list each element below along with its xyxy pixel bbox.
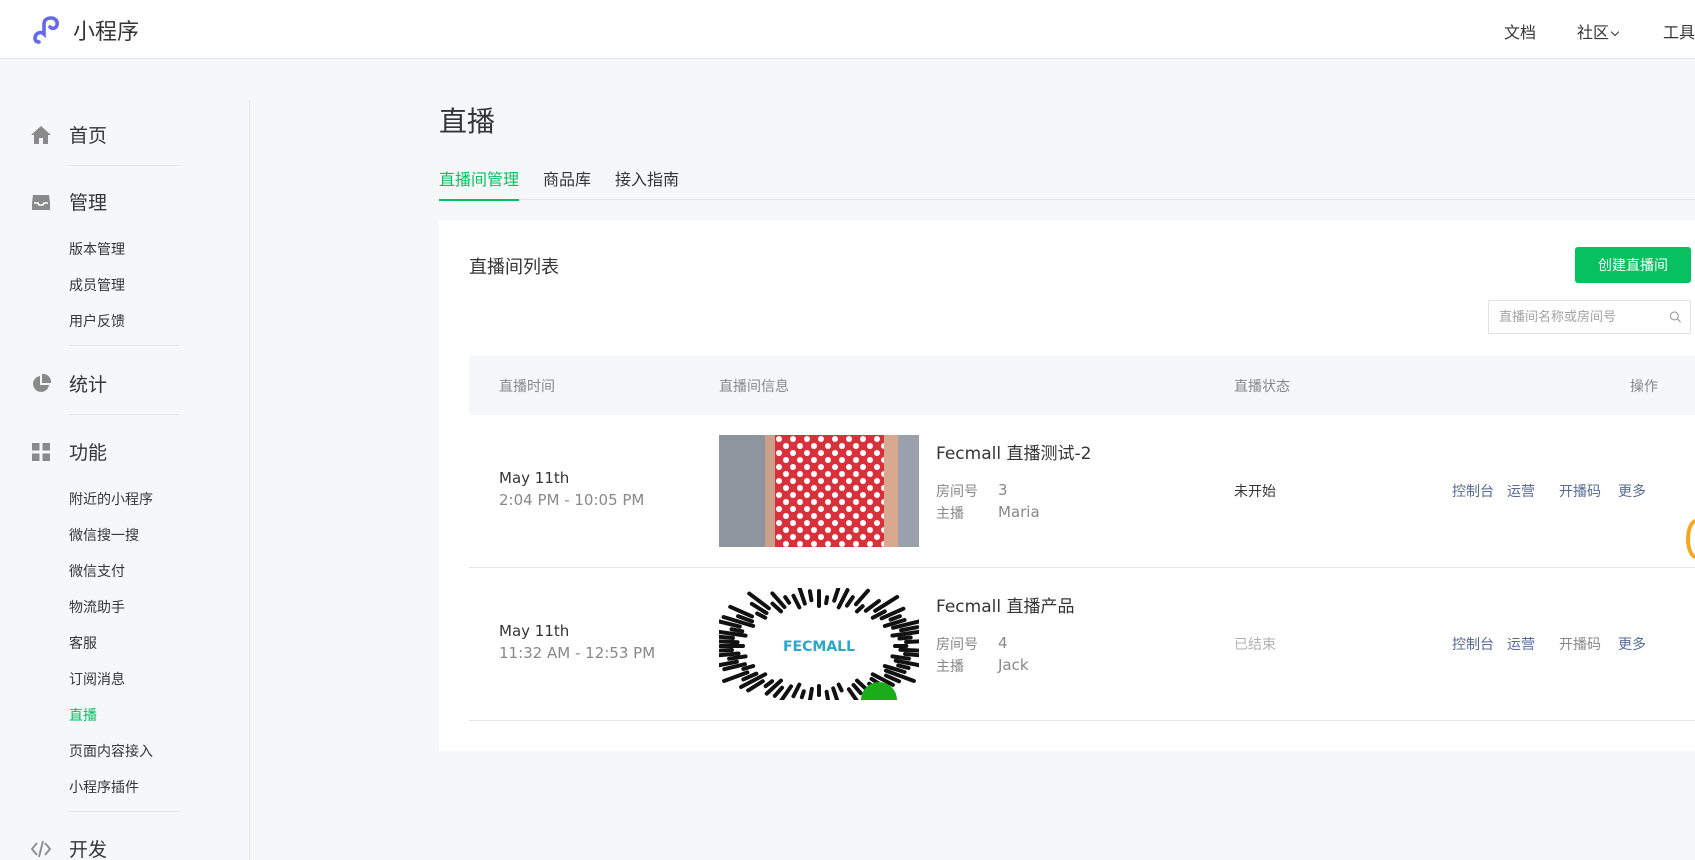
sidebar-group-features[interactable]: 功能 [30, 438, 107, 465]
operations-link[interactable]: 运营 [1507, 481, 1535, 501]
create-live-room-button[interactable]: 创建直播间 [1575, 247, 1691, 283]
sidebar-item-subscribe[interactable]: 订阅消息 [69, 669, 125, 689]
tab-product-library[interactable]: 商品库 [543, 166, 591, 199]
sidebar-item-search[interactable]: 微信搜一搜 [69, 525, 139, 545]
mini-program-logo-icon [33, 16, 59, 44]
divider [69, 811, 179, 812]
table-row: May 11th 2:04 PM - 10:05 PM Fecmall 直播测试… [469, 415, 1695, 568]
red-polka-dot-dress-image [719, 435, 919, 547]
sidebar-group-home[interactable]: 首页 [30, 121, 107, 148]
room-number-value: 3 [998, 481, 1008, 499]
sidebar-item-logistics[interactable]: 物流助手 [69, 597, 125, 617]
anchor-value: Maria [998, 503, 1040, 521]
qr-brand-text: FECMALL [783, 639, 855, 655]
inbox-icon [32, 194, 50, 210]
column-header-info: 直播间信息 [719, 379, 789, 395]
sidebar-group-stats[interactable]: 统计 [30, 370, 107, 397]
nav-community-link[interactable]: 社区 [1577, 19, 1620, 43]
top-bar: 小程序 文档 社区 工具 [0, 0, 1695, 59]
anchor-label: 主播 [936, 659, 964, 675]
nav-community-label: 社区 [1577, 23, 1610, 42]
sidebar-group-label: 统计 [69, 374, 108, 396]
sidebar-item-members[interactable]: 成员管理 [69, 275, 125, 295]
sidebar-item-nearby[interactable]: 附近的小程序 [69, 489, 153, 509]
sidebar-group-label: 管理 [69, 192, 108, 214]
sidebar-item-customer-service[interactable]: 客服 [69, 633, 97, 653]
more-link[interactable]: 更多 [1618, 481, 1646, 501]
console-link[interactable]: 控制台 [1452, 481, 1494, 501]
operations-link[interactable]: 运营 [1507, 634, 1535, 654]
tab-bar: 直播间管理 商品库 接入指南 [439, 166, 1695, 201]
chevron-down-icon [1610, 27, 1620, 37]
tab-live-room-manage[interactable]: 直播间管理 [439, 166, 520, 201]
date-cell: May 11th 2:04 PM - 10:05 PM [499, 469, 644, 509]
room-number-value: 4 [998, 634, 1008, 652]
anchor-label: 主播 [936, 506, 964, 522]
sidebar-group-label: 功能 [69, 442, 108, 464]
table-header: 直播时间 直播间信息 直播状态 操作 [469, 355, 1695, 415]
divider [69, 165, 179, 166]
sidebar-group-label: 开发 [69, 839, 108, 860]
room-name: Fecmall 直播产品 [936, 597, 1075, 617]
row-date: May 11th [499, 469, 570, 487]
page-title: 直播 [439, 105, 496, 138]
column-header-time: 直播时间 [499, 379, 555, 395]
anchor: 主播 Jack [936, 656, 1029, 676]
date-cell: May 11th 11:32 AM - 12:53 PM [499, 622, 655, 662]
column-header-actions: 操作 [1630, 379, 1658, 395]
sidebar-item-pay[interactable]: 微信支付 [69, 561, 125, 581]
code-icon [30, 840, 52, 857]
home-icon [31, 125, 51, 144]
search-box [1488, 300, 1691, 334]
search-input[interactable] [1489, 302, 1669, 332]
more-link[interactable]: 更多 [1618, 634, 1646, 654]
grid-icon [32, 442, 50, 461]
sidebar-group-manage[interactable]: 管理 [30, 188, 107, 215]
anchor-value: Jack [998, 656, 1029, 674]
room-name: Fecmall 直播测试-2 [936, 444, 1092, 464]
nav-tools-link[interactable]: 工具 [1663, 19, 1695, 43]
divider [69, 345, 179, 346]
sidebar-item-live[interactable]: 直播 [69, 705, 97, 725]
row-date: May 11th [499, 622, 570, 640]
brand[interactable]: 小程序 [32, 14, 139, 46]
room-number-label: 房间号 [936, 637, 978, 653]
table-row: May 11th 11:32 AM - 12:53 PM FECMALL Fec… [469, 568, 1695, 721]
brand-name: 小程序 [73, 20, 140, 45]
room-number: 房间号 3 [936, 481, 1008, 501]
column-header-status: 直播状态 [1234, 379, 1290, 395]
live-room-panel: 直播间列表 创建直播间 直播时间 直播间信息 直播状态 操作 May 11th … [439, 221, 1695, 751]
room-number: 房间号 4 [936, 634, 1008, 654]
status-text: 未开始 [1234, 484, 1276, 500]
search-icon[interactable] [1669, 308, 1682, 326]
sidebar-item-feedback[interactable]: 用户反馈 [69, 311, 125, 331]
sidebar-item-content[interactable]: 页面内容接入 [69, 741, 153, 761]
anchor: 主播 Maria [936, 503, 1040, 523]
stream-code-link[interactable]: 开播码 [1559, 481, 1601, 501]
mini-program-code-graphic: FECMALL [719, 588, 919, 700]
stream-code-link[interactable]: 开播码 [1559, 634, 1601, 654]
status-text: 已结束 [1234, 637, 1276, 653]
room-number-label: 房间号 [936, 484, 978, 500]
console-link[interactable]: 控制台 [1452, 634, 1494, 654]
sidebar-group-dev[interactable]: 开发 [30, 835, 107, 860]
pie-chart-icon [33, 373, 52, 392]
nav-docs-link[interactable]: 文档 [1504, 19, 1536, 43]
sidebar-item-version[interactable]: 版本管理 [69, 239, 125, 259]
row-time-range: 2:04 PM - 10:05 PM [499, 491, 645, 509]
sidebar: 首页 管理 版本管理 成员管理 用户反馈 统计 功能 附近的小程序 微信搜一搜 … [0, 100, 250, 860]
fecmall-mini-program-code-image: FECMALL [719, 588, 919, 700]
sidebar-item-plugins[interactable]: 小程序插件 [69, 777, 139, 797]
row-time-range: 11:32 AM - 12:53 PM [499, 644, 656, 662]
divider [69, 414, 179, 415]
sidebar-group-label: 首页 [69, 125, 108, 147]
tab-access-guide[interactable]: 接入指南 [615, 166, 679, 199]
panel-title: 直播间列表 [469, 257, 559, 278]
dress-image-graphic [719, 435, 919, 547]
